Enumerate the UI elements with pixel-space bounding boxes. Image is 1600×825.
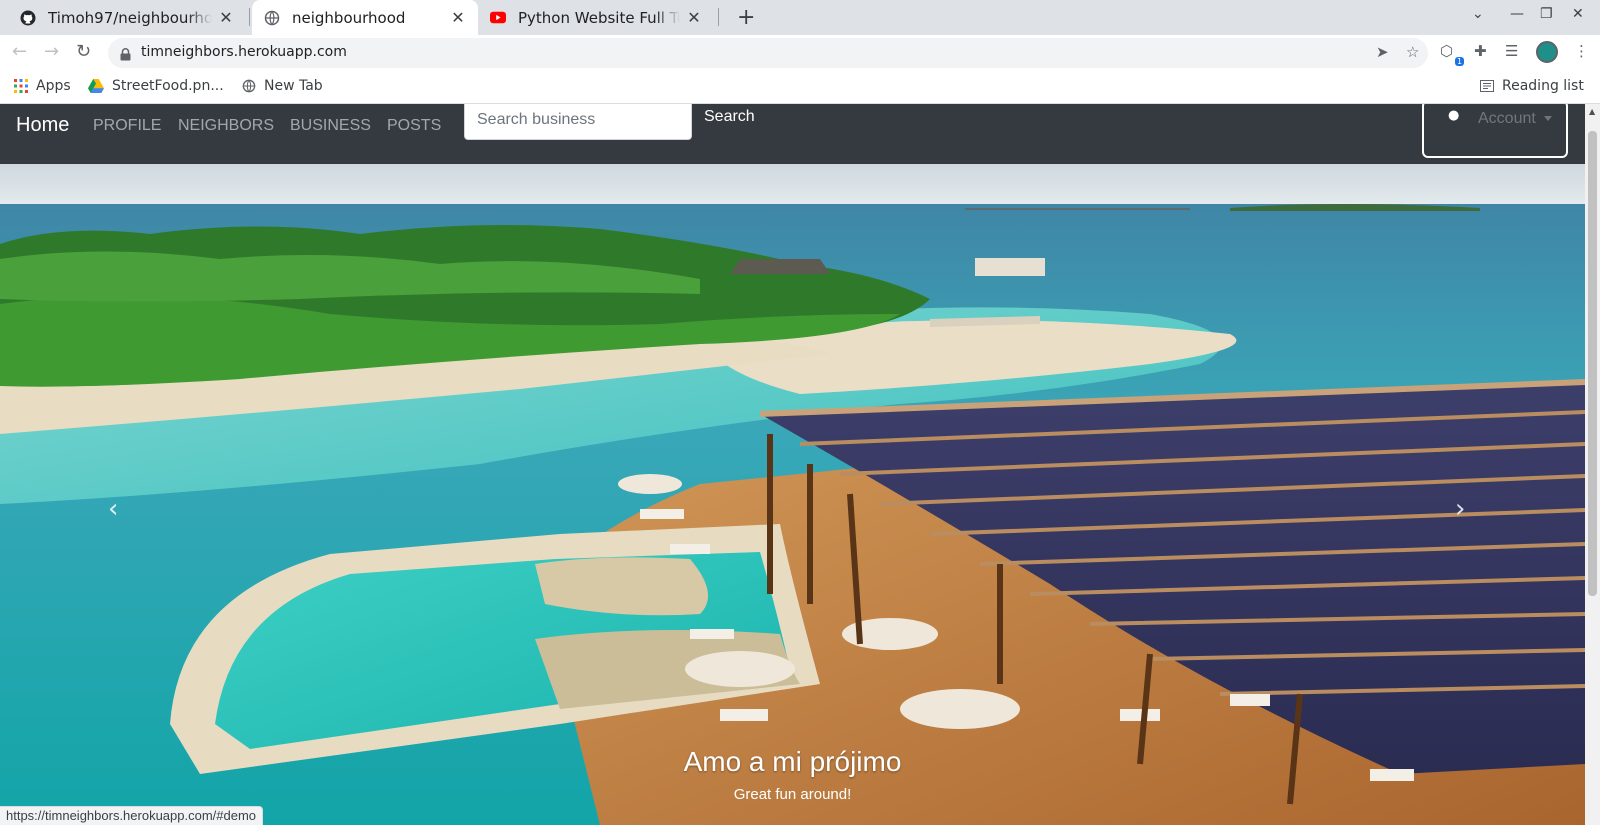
- home-brand-link[interactable]: Home: [16, 114, 69, 137]
- tab-divider: [249, 8, 250, 26]
- web-page: Home PROFILE NEIGHBORS BUSINESS POSTS Se…: [0, 104, 1585, 825]
- carousel-caption-text: Great fun around!: [733, 786, 852, 803]
- tab-divider: [718, 8, 719, 26]
- lock-icon: [120, 46, 131, 65]
- github-icon: [20, 10, 36, 26]
- globe-icon: [264, 10, 280, 26]
- account-label: Account: [1478, 110, 1536, 127]
- tab-neighbourhood[interactable]: neighbourhood ✕: [252, 0, 478, 35]
- resort-photo: [0, 164, 1585, 825]
- link-status-bubble: https://timneighbors.herokuapp.com/#demo: [0, 806, 264, 825]
- reload-icon[interactable]: ↻: [76, 41, 91, 62]
- bookmark-label: Apps: [36, 78, 71, 94]
- tab-github[interactable]: Timoh97/neighbourhood ✕: [8, 0, 246, 35]
- site-navbar: Home PROFILE NEIGHBORS BUSINESS POSTS Se…: [0, 104, 1585, 164]
- caret-down-icon: [1543, 116, 1552, 122]
- url-text: timneighbors.herokuapp.com: [141, 44, 347, 60]
- scroll-thumb[interactable]: [1588, 131, 1597, 596]
- tab-title: neighbourhood: [292, 8, 406, 27]
- bookmark-apps[interactable]: Apps: [14, 78, 71, 94]
- list-bullet: ●: [1448, 108, 1460, 123]
- forward-arrow-icon[interactable]: →: [44, 41, 59, 62]
- reading-list-icon: [1480, 80, 1494, 92]
- bookmark-new-tab[interactable]: New Tab: [242, 78, 323, 94]
- reading-list-label: Reading list: [1502, 78, 1584, 94]
- nav-business-link[interactable]: BUSINESS: [290, 117, 371, 135]
- page-scrollbar[interactable]: ▲: [1585, 104, 1600, 825]
- bookmark-streetfood[interactable]: StreetFood.pn...: [88, 78, 224, 94]
- tab-title: Timoh97/neighbourhood: [48, 8, 212, 27]
- minimize-icon[interactable]: —: [1510, 6, 1524, 22]
- scroll-up-arrow-icon[interactable]: ▲: [1589, 107, 1595, 116]
- close-window-icon[interactable]: ✕: [1572, 6, 1584, 22]
- google-drive-icon: [88, 79, 104, 93]
- restore-icon[interactable]: ❐: [1540, 6, 1553, 22]
- tab-title: Python Website Full Tutorial: [518, 8, 680, 27]
- tab-youtube[interactable]: Python Website Full Tutorial ✕: [478, 0, 714, 35]
- tab-strip: Timoh97/neighbourhood ✕ neighbourhood ✕ …: [0, 0, 1600, 35]
- search-button[interactable]: Search: [704, 108, 755, 126]
- extension-icon[interactable]: ⬡: [1440, 42, 1453, 60]
- close-tab-icon[interactable]: ✕: [450, 8, 466, 27]
- close-tab-icon[interactable]: ✕: [218, 8, 234, 27]
- close-tab-icon[interactable]: ✕: [686, 8, 702, 27]
- account-toggle[interactable]: Account: [1478, 110, 1552, 128]
- nav-posts-link[interactable]: POSTS: [387, 117, 441, 135]
- apps-grid-icon: [14, 79, 28, 93]
- carousel-prev-chevron-left-icon[interactable]: ‹: [108, 494, 118, 524]
- extension-badge: 1: [1455, 57, 1465, 66]
- back-arrow-icon[interactable]: ←: [12, 41, 27, 62]
- bookmark-star-icon[interactable]: ☆: [1406, 43, 1419, 61]
- nav-profile-link[interactable]: PROFILE: [93, 117, 161, 135]
- tab-search-chevron-icon[interactable]: ⌄: [1472, 6, 1484, 22]
- browser-toolbar: ← → ↻ timneighbors.herokuapp.com ➤ ☆ ⬡ 1…: [0, 35, 1600, 71]
- puzzle-icon[interactable]: ✚: [1474, 42, 1487, 60]
- send-icon[interactable]: ➤: [1376, 43, 1389, 61]
- search-business-input[interactable]: [464, 104, 692, 140]
- nav-neighbors-link[interactable]: NEIGHBORS: [178, 117, 274, 135]
- media-queue-icon[interactable]: ☰: [1505, 42, 1518, 60]
- profile-avatar[interactable]: [1536, 41, 1558, 63]
- kebab-menu-icon[interactable]: ⋮: [1574, 42, 1589, 60]
- bookmark-label: New Tab: [264, 78, 323, 94]
- reading-list[interactable]: Reading list: [1480, 78, 1584, 94]
- youtube-icon: [490, 10, 506, 26]
- bookmarks-bar: Apps StreetFood.pn... New Tab Reading li…: [0, 71, 1600, 104]
- hero-carousel: ‹ › Amo a mi prójimo Great fun around!: [0, 164, 1585, 825]
- globe-icon: [242, 79, 256, 93]
- carousel-next-chevron-right-icon[interactable]: ›: [1455, 494, 1465, 524]
- bookmark-label: StreetFood.pn...: [112, 78, 224, 94]
- account-dropdown[interactable]: ● Account: [1422, 104, 1568, 158]
- address-bar[interactable]: timneighbors.herokuapp.com ➤ ☆: [108, 38, 1428, 68]
- new-tab-plus-icon[interactable]: +: [737, 5, 755, 30]
- carousel-caption-title: Amo a mi prójimo: [683, 746, 902, 777]
